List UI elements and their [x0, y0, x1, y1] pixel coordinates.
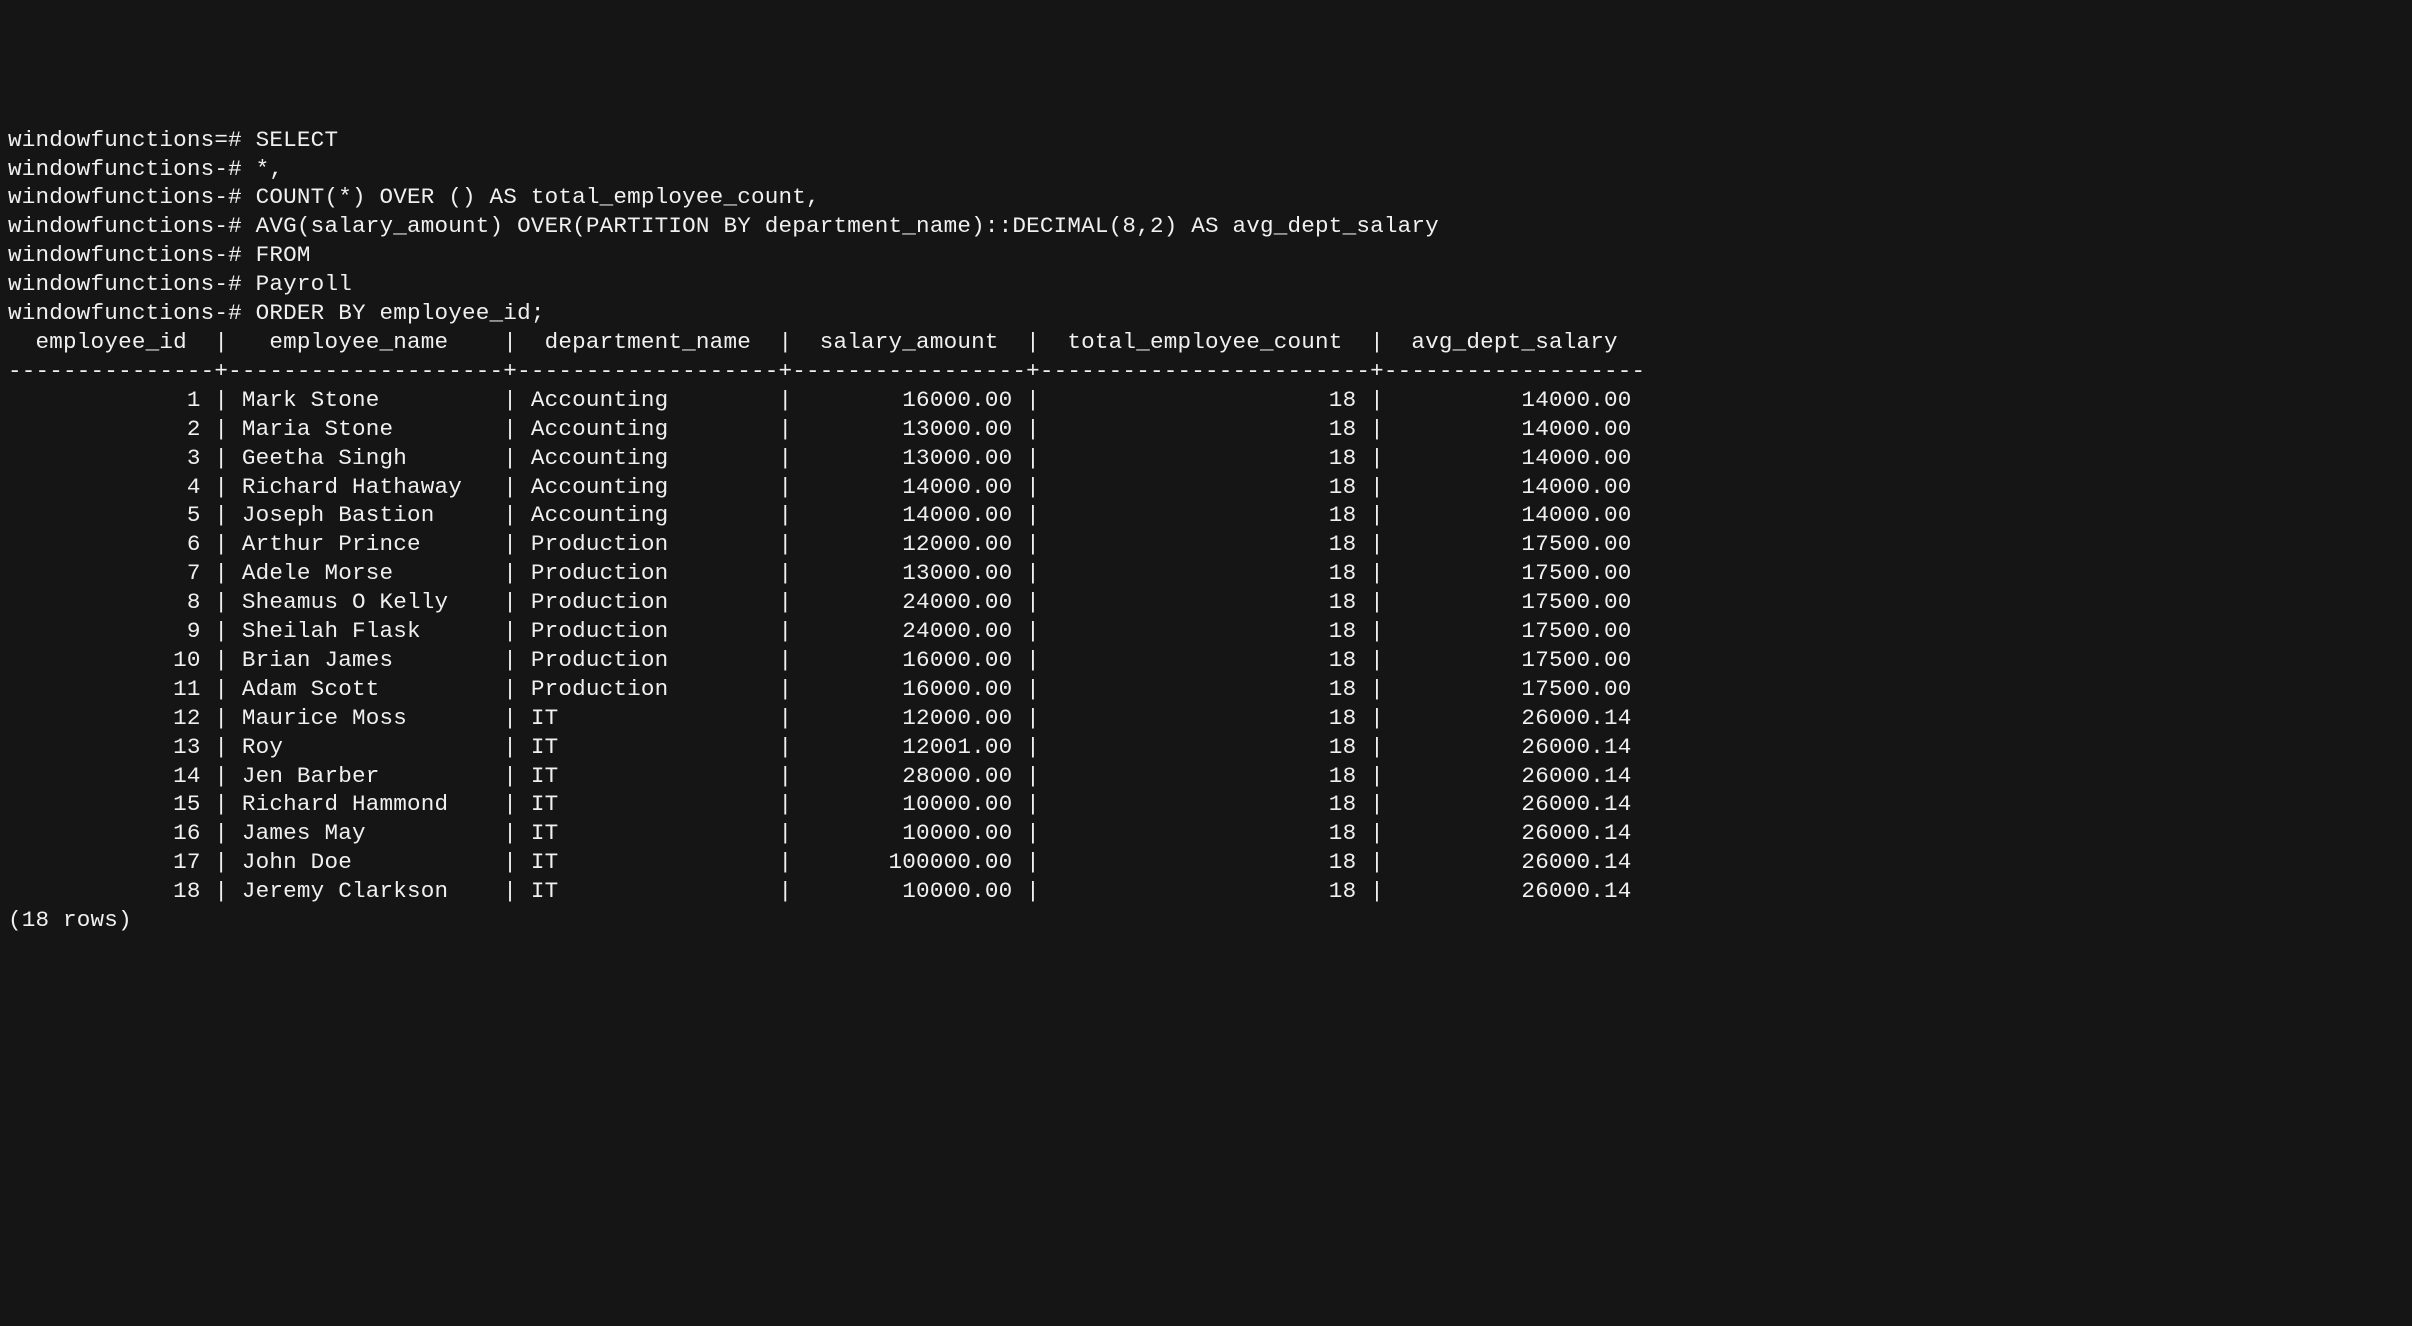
- sql-prompt-line: windowfunctions-# *,: [8, 156, 283, 182]
- terminal-output[interactable]: windowfunctions=# SELECT windowfunctions…: [8, 126, 2404, 935]
- table-header-row: employee_id | employee_name | department…: [8, 329, 1632, 355]
- row-count: (18 rows): [8, 907, 132, 933]
- sql-prompt-line: windowfunctions-# Payroll: [8, 271, 352, 297]
- sql-prompt-line: windowfunctions-# COUNT(*) OVER () AS to…: [8, 184, 820, 210]
- table-separator-row: ---------------+--------------------+---…: [8, 358, 1645, 384]
- sql-prompt-line: windowfunctions-# FROM: [8, 242, 311, 268]
- sql-prompt-line: windowfunctions-# AVG(salary_amount) OVE…: [8, 213, 1439, 239]
- table-data-rows: 1 | Mark Stone | Accounting | 16000.00 |…: [8, 387, 1632, 904]
- sql-prompt-line: windowfunctions-# ORDER BY employee_id;: [8, 300, 545, 326]
- sql-prompt-line: windowfunctions=# SELECT: [8, 127, 338, 153]
